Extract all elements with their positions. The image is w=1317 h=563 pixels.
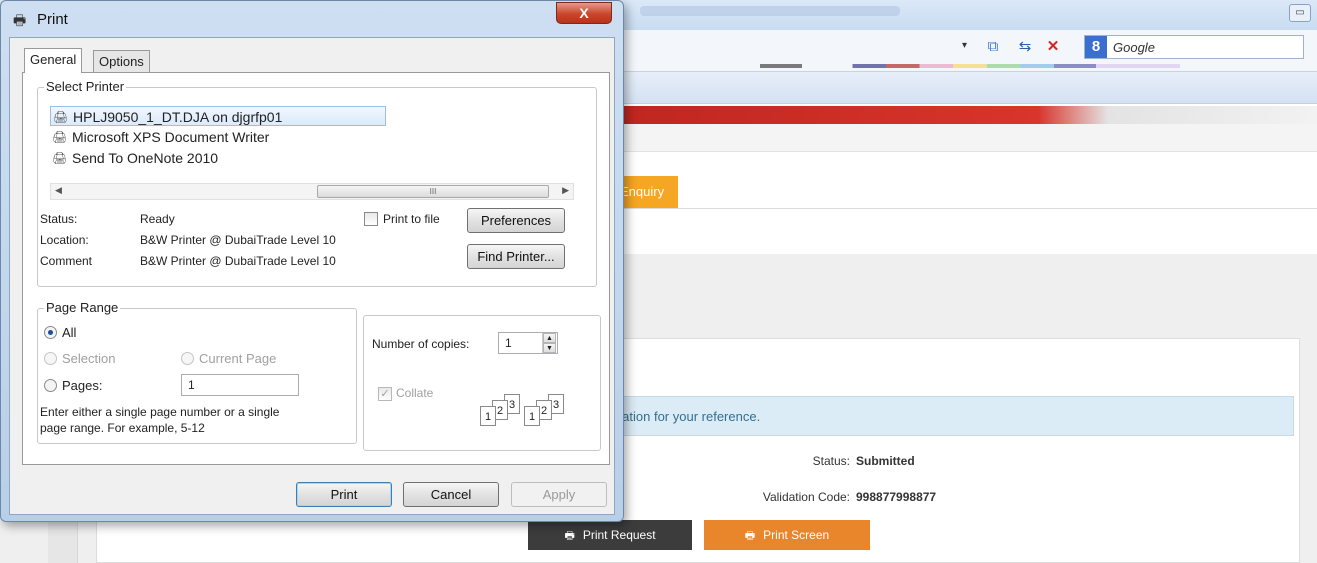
google-logo-icon: 8 [1085, 36, 1107, 58]
general-tab-page: Select Printer 🖨 HPLJ9050_1_DT.DJA on djg… [22, 72, 610, 465]
collate-checkbox[interactable]: ✓ [378, 387, 392, 401]
pages-label: Pages: [62, 378, 103, 393]
tab-underline [620, 208, 1317, 209]
info-message: rmation for your reference. [600, 396, 1294, 436]
spin-down-icon[interactable]: ▼ [543, 343, 556, 353]
print-screen-button[interactable]: 🖶 Print Screen [704, 520, 870, 550]
status-label: Status: [812, 454, 850, 468]
printer-icon: 🖶 [564, 530, 575, 542]
copies-group: Number of copies: 1 ▲ ▼ ✓ Collate 3 2 1 … [363, 315, 601, 451]
selection-radio[interactable] [44, 352, 57, 365]
scroll-right-icon[interactable]: ▶ [562, 185, 569, 196]
copies-spinner[interactable]: ▲ ▼ [542, 333, 556, 353]
printer-item[interactable]: 🖨 HPLJ9050_1_DT.DJA on djgrfp01 [50, 106, 386, 126]
current-page-label: Current Page [199, 351, 277, 366]
comment-value: B&W Printer @ DubaiTrade Level 10 [140, 254, 336, 268]
stop-icon[interactable]: ✕ [1042, 36, 1064, 58]
refresh-icon[interactable]: ⇆ [1014, 36, 1036, 58]
status-value: Submitted [856, 454, 915, 468]
page-icon: 1 [480, 406, 496, 426]
page-range-title: Page Range [44, 300, 121, 315]
spin-up-icon[interactable]: ▲ [543, 333, 556, 343]
print-to-file-checkbox[interactable] [364, 212, 378, 226]
collate-illustration-icon: 3 2 1 3 2 1 [478, 394, 590, 434]
select-printer-title: Select Printer [44, 79, 127, 94]
site-header-band [620, 106, 1317, 124]
scrollbar-thumb[interactable]: III [317, 185, 549, 198]
pages-radio[interactable] [44, 379, 57, 392]
printer-list-scrollbar[interactable]: ◀ III ▶ [50, 183, 574, 200]
print-screen-label: Print Screen [763, 528, 830, 542]
printer-name: Send To OneNote 2010 [72, 150, 219, 166]
print-to-file-label: Print to file [383, 212, 440, 226]
favorites-strip [760, 64, 1180, 68]
comment-label: Comment [40, 254, 93, 268]
browser-title-blur [640, 6, 900, 16]
printer-icon: 🖶 [744, 530, 756, 542]
validation-code-label: Validation Code: [762, 490, 850, 504]
close-button[interactable]: X [556, 2, 612, 24]
collate-label: Collate [396, 386, 434, 400]
current-page-radio[interactable] [181, 352, 194, 365]
printer-name: HPLJ9050_1_DT.DJA on djgrfp01 [73, 109, 283, 125]
print-request-label: Print Request [582, 528, 656, 542]
printer-icon: 🖶 [13, 12, 27, 28]
printer-item[interactable]: 🖨 Send To OneNote 2010 [50, 148, 218, 168]
preferences-button[interactable]: Preferences [467, 208, 565, 233]
validation-code-value: 998877998877 [856, 490, 937, 504]
number-of-copies-label: Number of copies: [372, 337, 470, 351]
scroll-left-icon[interactable]: ◀ [55, 185, 62, 196]
print-request-button[interactable]: 🖶 Print Request [528, 520, 692, 550]
print-dialog: 🖶 Print X General Options Select Printer… [0, 0, 624, 522]
printer-list[interactable]: 🖨 HPLJ9050_1_DT.DJA on djgrfp01 🖨 Microsof… [50, 106, 570, 174]
tab-options[interactable]: Options [93, 50, 150, 72]
all-pages-label: All [62, 325, 77, 340]
printer-name: Microsoft XPS Document Writer [72, 129, 270, 145]
status-field: Status: Submitted [700, 454, 915, 468]
select-printer-group: Select Printer 🖨 HPLJ9050_1_DT.DJA on djg… [37, 79, 597, 287]
status-value: Ready [140, 212, 175, 226]
rss-icon[interactable]: ⧉ [982, 36, 1004, 58]
printer-item[interactable]: 🖨 Microsoft XPS Document Writer [50, 127, 269, 147]
site-subheader [620, 124, 1317, 152]
print-button[interactable]: Print [296, 482, 392, 507]
cancel-button[interactable]: Cancel [403, 482, 499, 507]
page-range-help-line2: page range. For example, 5-12 [40, 421, 205, 435]
status-label: Status: [40, 212, 78, 226]
pages-input[interactable]: 1 [181, 374, 299, 396]
printer-icon: 🖨 [52, 130, 68, 144]
location-value: B&W Printer @ DubaiTrade Level 10 [140, 233, 336, 247]
apply-button[interactable]: Apply [511, 482, 607, 507]
dialog-title: Print [37, 11, 68, 28]
network-printer-icon: 🖨 [53, 110, 69, 124]
search-placeholder: Google [1113, 40, 1155, 55]
page-range-group: Page Range All Selection Current Page Pa… [37, 300, 357, 444]
printer-icon: 🖨 [52, 151, 68, 165]
page-range-help-line1: Enter either a single page number or a s… [40, 405, 280, 419]
location-label: Location: [40, 233, 89, 247]
all-pages-radio[interactable] [44, 326, 57, 339]
restore-window-button[interactable]: ▭ [1289, 4, 1311, 22]
dialog-titlebar[interactable]: 🖶 Print X [1, 1, 623, 33]
selection-label: Selection [62, 351, 116, 366]
search-box[interactable]: 8 Google [1084, 35, 1304, 59]
dialog-body: General Options Select Printer 🖨 HPLJ9050… [9, 37, 615, 515]
validation-field: Validation Code: 998877998877 [700, 490, 936, 504]
find-printer-button[interactable]: Find Printer... [467, 244, 565, 269]
page-icon: 1 [524, 406, 540, 426]
address-dropdown-icon[interactable]: ▾ [962, 40, 967, 51]
tab-general[interactable]: General [24, 48, 83, 73]
